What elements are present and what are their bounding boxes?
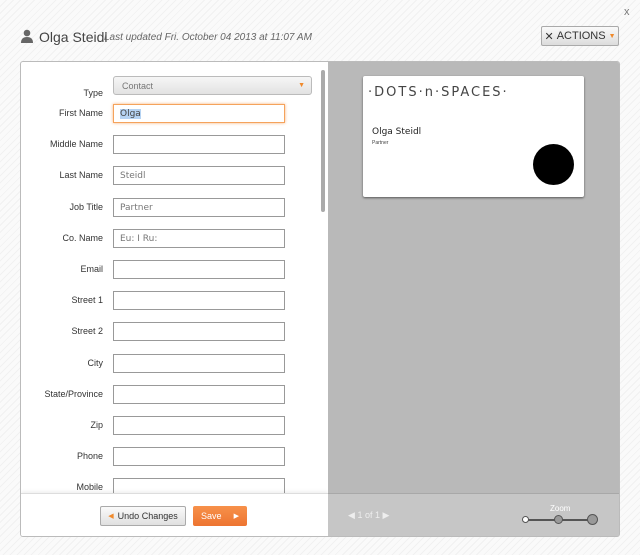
card-circle bbox=[533, 144, 574, 185]
field-label: Middle Name bbox=[49, 139, 103, 150]
field-row: Job Title Partner bbox=[21, 197, 321, 218]
zoom-knob-min[interactable] bbox=[522, 516, 529, 523]
field-label: Phone bbox=[76, 451, 103, 462]
undo-changes-button[interactable]: ◀ Undo Changes bbox=[100, 506, 186, 526]
field-label: Mobile bbox=[76, 482, 103, 493]
field-input[interactable] bbox=[113, 353, 285, 373]
business-card-preview: ·DOTS·n·SPACES· Olga Steidl Partner bbox=[363, 76, 584, 197]
next-page-icon[interactable]: ▶ bbox=[382, 510, 389, 520]
field-row: First Name Olga bbox=[21, 104, 321, 124]
field-label: Email bbox=[80, 264, 103, 274]
last-updated: Last updated Fri. October 04 2013 at 11:… bbox=[104, 32, 312, 43]
page-indicator: 1 of 1 bbox=[357, 510, 380, 520]
type-value: Contact bbox=[122, 81, 154, 91]
field-input[interactable]: Eu: I Ru: bbox=[113, 228, 285, 248]
field-row: Phone bbox=[21, 447, 321, 467]
chevron-down-icon: ▼ bbox=[608, 32, 616, 40]
field-input[interactable] bbox=[113, 416, 285, 435]
field-input[interactable] bbox=[113, 447, 285, 467]
field-input[interactable]: Olga bbox=[113, 104, 285, 123]
save-button[interactable]: Save ▶ bbox=[193, 506, 247, 526]
type-select[interactable]: Contact ▼ bbox=[113, 76, 312, 95]
field-label: First Name bbox=[58, 108, 103, 118]
field-row: Zip bbox=[21, 416, 321, 436]
field-input[interactable] bbox=[113, 384, 285, 404]
actions-button[interactable]: ✕ ACTIONS ▼ bbox=[541, 26, 619, 46]
field-input[interactable] bbox=[113, 322, 285, 342]
prev-page-icon[interactable]: ◀ bbox=[348, 510, 355, 520]
card-title: Partner bbox=[372, 140, 389, 146]
field-value: Partner bbox=[120, 202, 153, 213]
chevron-left-icon: ◀ bbox=[108, 513, 114, 520]
field-value: Eu: I Ru: bbox=[120, 233, 158, 244]
field-input[interactable] bbox=[113, 135, 285, 155]
field-label: Job Title bbox=[69, 201, 103, 212]
preview-footer: ◀ 1 of 1 ▶ Zoom bbox=[328, 493, 619, 536]
field-input[interactable]: Steidl bbox=[113, 166, 285, 186]
field-row: Email bbox=[21, 260, 321, 280]
scrollbar[interactable] bbox=[321, 70, 325, 212]
save-label: Save bbox=[201, 511, 222, 521]
page-title: Olga Steidl bbox=[39, 29, 108, 45]
field-row: Last Name Steidl bbox=[21, 166, 321, 186]
field-row: Street 2 bbox=[21, 322, 321, 342]
field-value: Steidl bbox=[120, 171, 146, 182]
field-label: State/Province bbox=[44, 388, 103, 399]
user-icon bbox=[21, 29, 33, 43]
field-row: Middle Name bbox=[21, 135, 321, 155]
form-footer: ◀ Undo Changes Save ▶ bbox=[21, 493, 328, 536]
field-label: Street 1 bbox=[71, 295, 103, 306]
field-input[interactable] bbox=[113, 260, 285, 279]
preview-pane: ·DOTS·n·SPACES· Olga Steidl Partner ◀ 1 … bbox=[328, 62, 619, 536]
field-label: Street 2 bbox=[71, 326, 103, 337]
zoom-knob-max[interactable] bbox=[587, 514, 598, 525]
actions-label: ACTIONS bbox=[556, 30, 606, 42]
field-input[interactable]: Partner bbox=[113, 197, 285, 217]
chevron-right-icon: ▶ bbox=[233, 513, 239, 520]
field-row: City bbox=[21, 353, 321, 374]
field-label: Co. Name bbox=[62, 232, 103, 243]
field-row: Street 1 bbox=[21, 291, 321, 311]
pager: ◀ 1 of 1 ▶ bbox=[348, 510, 389, 521]
close-button[interactable]: x bbox=[624, 6, 630, 18]
contact-panel: Type Contact ▼ First Name Olga Middle Name Las… bbox=[20, 61, 620, 537]
card-name: Olga Steidl bbox=[372, 127, 422, 137]
zoom-slider[interactable] bbox=[522, 514, 598, 525]
type-label: Type bbox=[83, 88, 103, 98]
tools-icon: ✕ bbox=[544, 30, 554, 43]
field-label: Zip bbox=[90, 420, 103, 430]
field-row: Co. Name Eu: I Ru: bbox=[21, 228, 321, 249]
zoom-label: Zoom bbox=[550, 504, 571, 513]
undo-label: Undo Changes bbox=[117, 511, 178, 521]
zoom-knob-mid[interactable] bbox=[554, 515, 563, 524]
field-row: State/Province bbox=[21, 384, 321, 405]
card-logo: ·DOTS·n·SPACES· bbox=[368, 85, 509, 100]
chevron-down-icon: ▼ bbox=[298, 82, 305, 89]
field-input[interactable] bbox=[113, 291, 285, 311]
field-label: City bbox=[87, 357, 104, 368]
field-value: Olga bbox=[120, 109, 141, 119]
field-label: Last Name bbox=[59, 170, 103, 181]
type-row: Type Contact ▼ bbox=[21, 76, 321, 104]
